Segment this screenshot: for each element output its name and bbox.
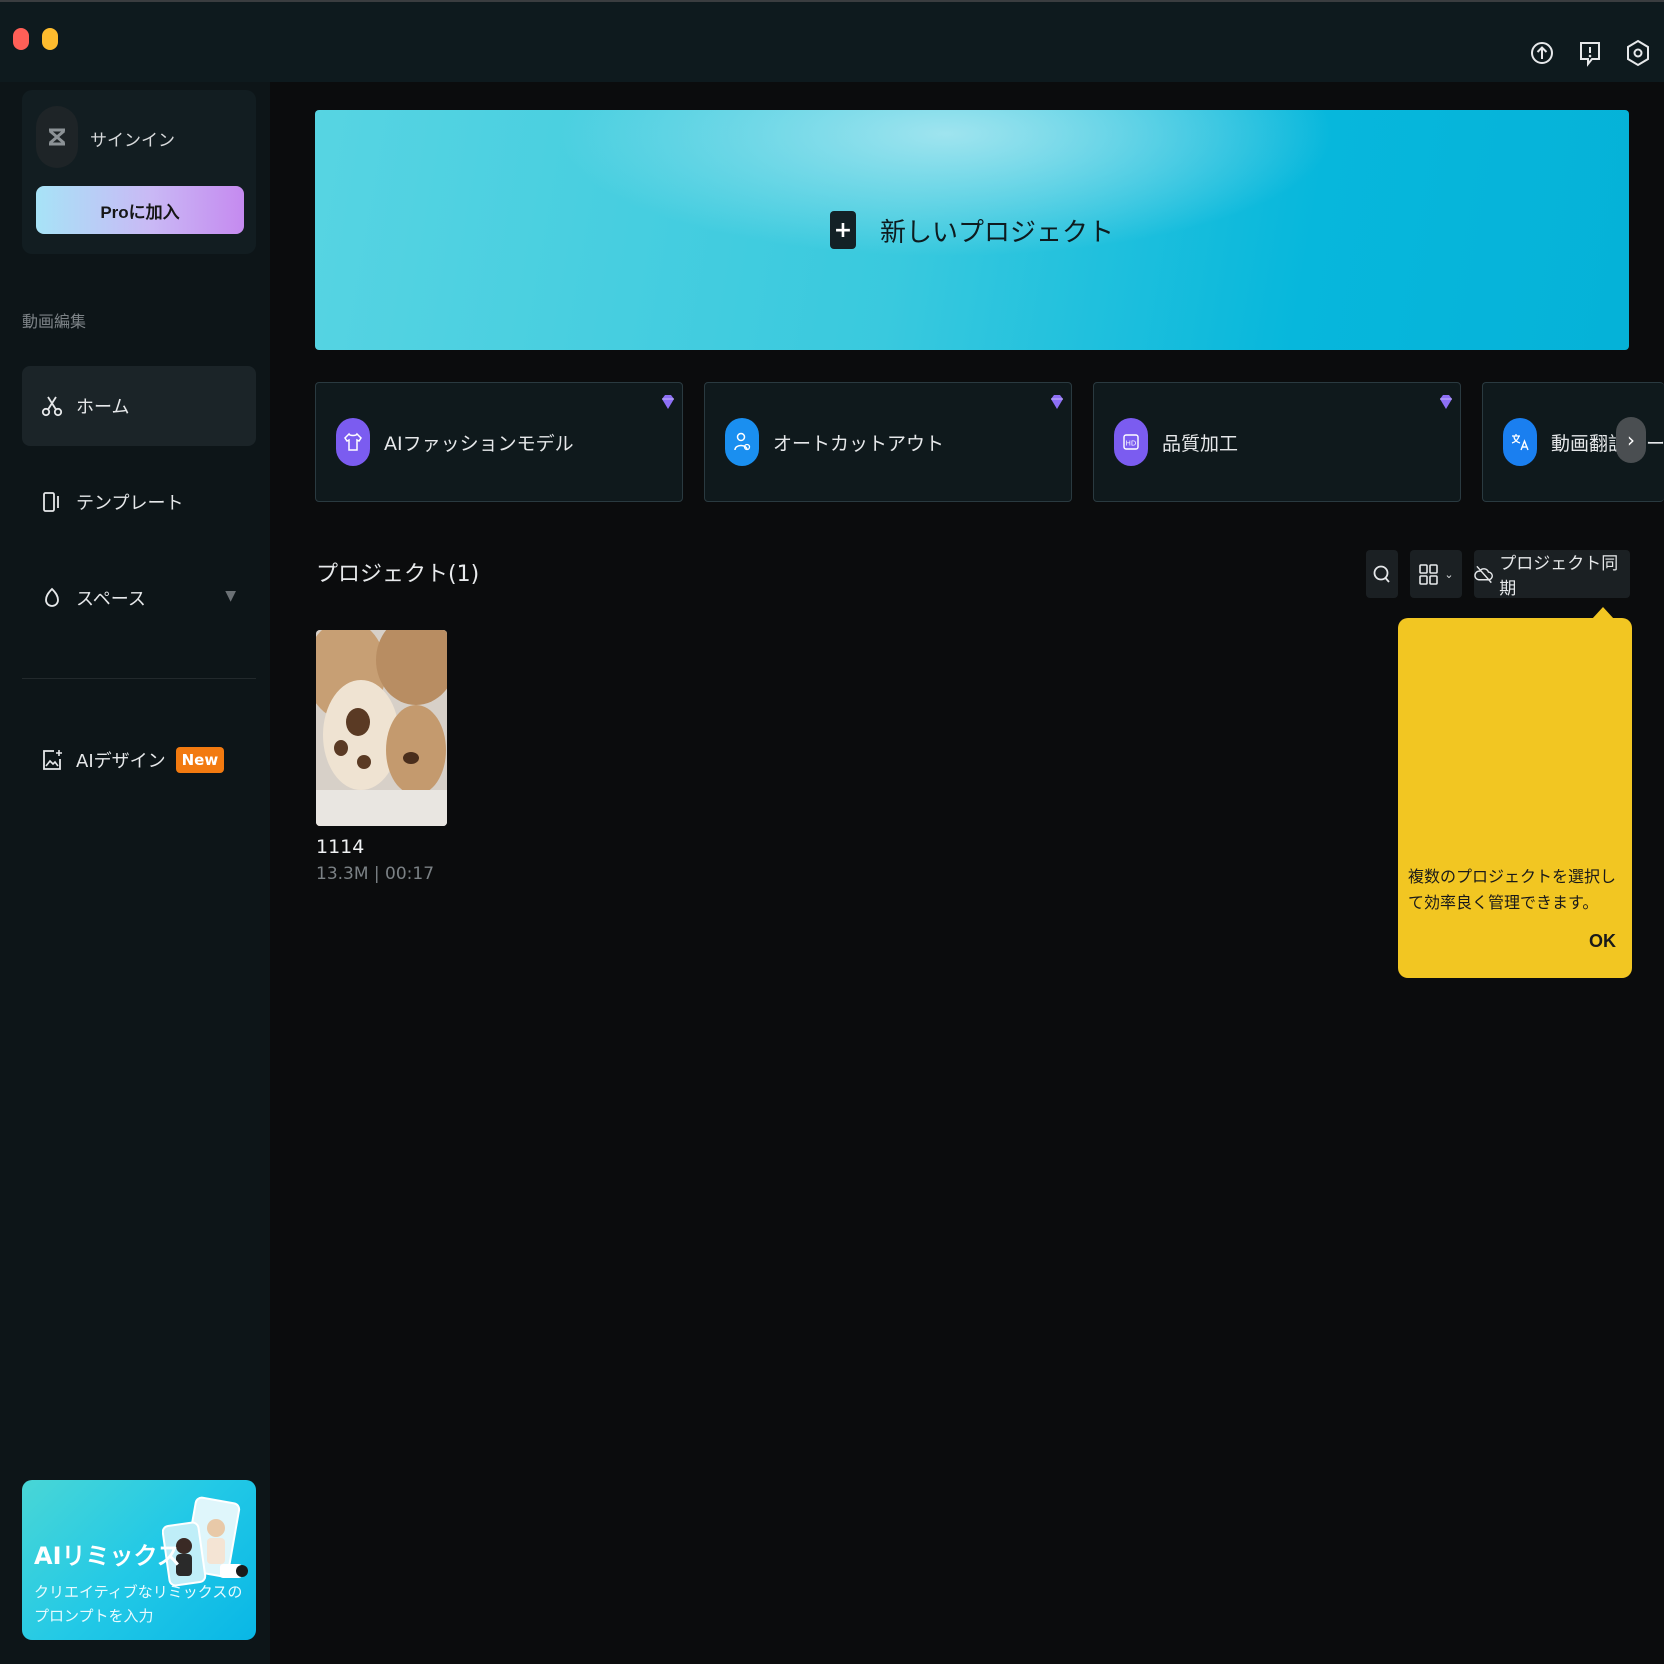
sidebar-item-label: スペース [76, 589, 146, 610]
sidebar-item-label: ホーム [76, 397, 130, 418]
chevron-right-icon[interactable]: › [1616, 417, 1646, 463]
signin-link[interactable]: サインイン [90, 126, 175, 151]
premium-gem-icon [1440, 395, 1452, 409]
ai-remix-promo-card[interactable]: AIリミックス クリエイティブなリミックスのプロンプトを入力 [22, 1480, 256, 1640]
tooltip-text: 複数のプロジェクトを選択して効率良く管理できます。 [1408, 867, 1617, 912]
new-project-label: 新しいプロジェクト [879, 217, 1114, 248]
projects-heading: プロジェクト(1) [316, 562, 480, 587]
sidebar-item-label: テンプレート [76, 493, 184, 514]
translate-icon [1503, 418, 1537, 466]
settings-icon[interactable] [1624, 38, 1652, 68]
cloud-off-icon [1474, 565, 1493, 584]
tool-label: オートカットアウト [773, 432, 945, 455]
scissors-icon [40, 394, 64, 418]
promo-title: AIリミックス [34, 1542, 181, 1570]
view-mode-dropdown[interactable]: ⌄ [1410, 550, 1462, 598]
sidebar-divider [22, 678, 256, 679]
teddy-bear-paws-image [316, 630, 447, 826]
sidebar-item-home[interactable]: ホーム [22, 366, 256, 446]
minimize-window-button[interactable] [42, 28, 58, 50]
plus-icon: + [829, 211, 856, 249]
new-project-button[interactable]: + 新しいプロジェクト [315, 110, 1629, 350]
hd-icon: HD [1114, 418, 1148, 466]
tool-label: AIファッションモデル [384, 432, 574, 455]
ai-image-icon [40, 748, 64, 772]
project-thumbnail[interactable] [316, 630, 447, 826]
sidebar-item-label: AIデザイン [76, 751, 166, 772]
project-meta: 13.3M | 00:17 [316, 864, 435, 884]
app-window: サインイン Proに加入 動画編集 ホーム テンプレート スペース ▼ AIデザ… [0, 0, 1664, 1664]
shirt-icon [336, 418, 370, 466]
cloud-space-icon [40, 586, 64, 610]
join-pro-button[interactable]: Proに加入 [36, 186, 244, 234]
tool-label: 品質加工 [1162, 432, 1239, 455]
upload-icon[interactable] [1528, 38, 1556, 68]
sidebar-item-space[interactable]: スペース ▼ [22, 558, 256, 638]
person-cutout-icon [725, 418, 759, 466]
tool-card-ai-fashion-model[interactable]: AIファッションモデル [315, 382, 683, 502]
premium-gem-icon [1051, 395, 1063, 409]
promo-subtitle: クリエイティブなリミックスのプロンプトを入力 [34, 1583, 243, 1625]
tooltip-ok-button[interactable]: OK [1583, 930, 1622, 953]
chevron-down-icon[interactable]: ▼ [225, 588, 236, 604]
project-sync-button[interactable]: プロジェクト同期 [1474, 550, 1630, 599]
tool-label: 動画翻訳ツール [1551, 432, 1664, 455]
titlebar [0, 2, 1664, 82]
chevron-down-icon: ⌄ [1444, 567, 1454, 581]
multi-select-tooltip: 複数のプロジェクトを選択して効率良く管理できます。 OK [1398, 618, 1632, 978]
premium-gem-icon [662, 395, 674, 409]
sidebar-item-ai-design[interactable]: AIデザイン New [22, 720, 256, 800]
sidebar-item-templates[interactable]: テンプレート [22, 462, 256, 542]
capcut-logo-icon [49, 128, 65, 146]
account-card: サインイン Proに加入 [22, 90, 256, 254]
close-window-button[interactable] [13, 28, 29, 50]
new-badge: New [175, 747, 225, 773]
svg-text:HD: HD [1126, 440, 1137, 448]
search-button[interactable] [1366, 550, 1398, 598]
search-icon [1373, 565, 1390, 583]
grid-view-icon [1419, 564, 1439, 585]
template-icon [40, 490, 64, 514]
project-name[interactable]: 1114 [316, 836, 364, 858]
tool-card-auto-cutout[interactable]: オートカットアウト [704, 382, 1072, 502]
avatar[interactable] [36, 106, 78, 168]
sync-label: プロジェクト同期 [1499, 554, 1619, 599]
feedback-icon[interactable] [1576, 38, 1604, 68]
main-content: + 新しいプロジェクト AIファッションモデル オートカットアウト HD 品質加… [270, 82, 1664, 1664]
tool-card-quality-enhance[interactable]: HD 品質加工 [1093, 382, 1461, 502]
sidebar: サインイン Proに加入 動画編集 ホーム テンプレート スペース ▼ AIデザ… [0, 82, 270, 1664]
section-label-video-editing: 動画編集 [22, 312, 87, 331]
